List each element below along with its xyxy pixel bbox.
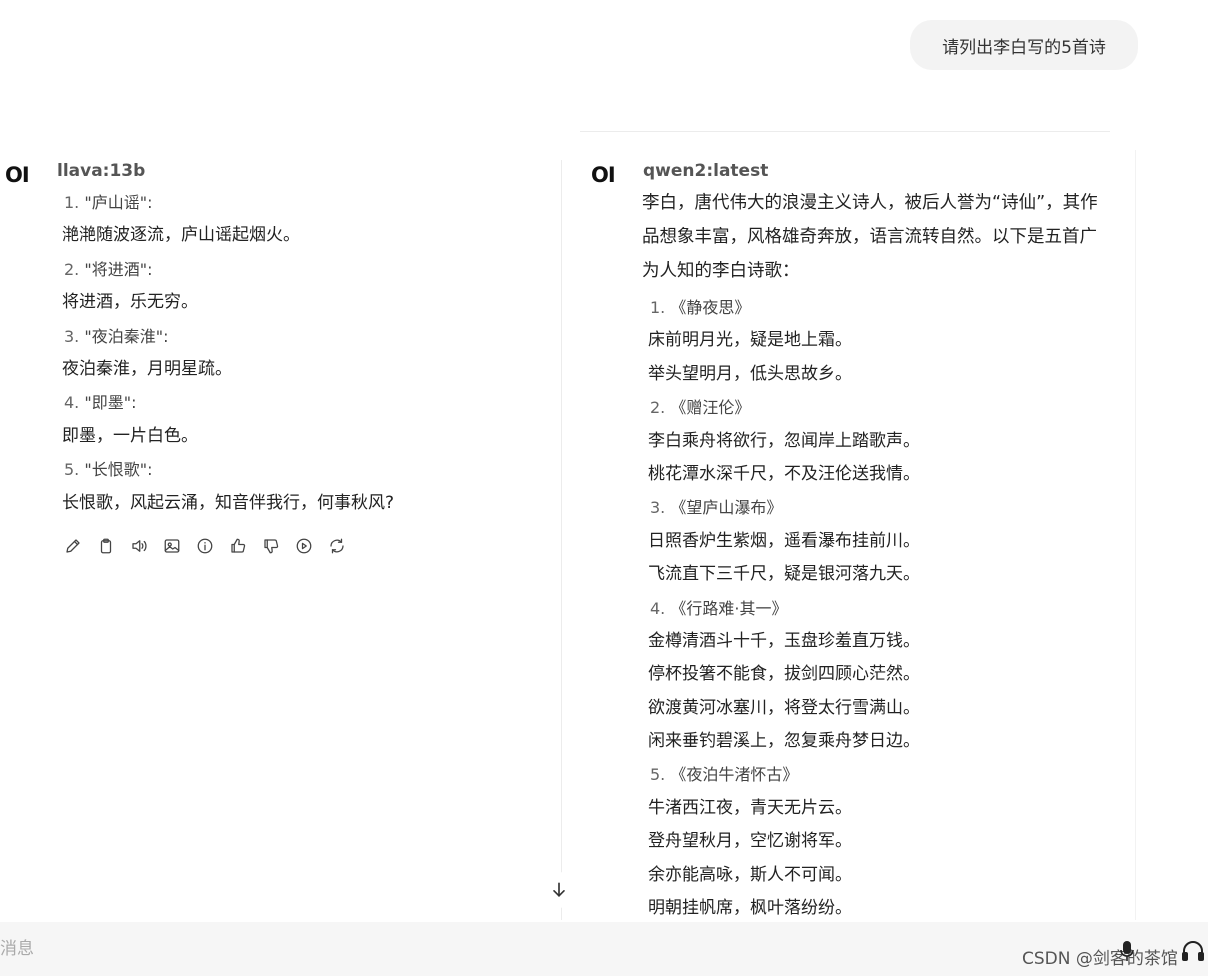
poem-line: 举头望明月，低头思故乡。 [648, 363, 852, 384]
poem-line: 停杯投箸不能食，拔剑四顾心茫然。 [648, 664, 920, 685]
bad-response-button[interactable] [260, 535, 282, 557]
poem-line: 夜泊秦淮，月明星疏。 [62, 358, 232, 379]
read-aloud-button[interactable] [128, 535, 150, 557]
poem-title: "夜泊秦淮": [79, 326, 169, 346]
message-actions [62, 535, 348, 557]
edit-button[interactable] [62, 535, 84, 557]
generate-image-button[interactable] [161, 535, 183, 557]
poem-title: 《望庐山瀑布》 [665, 498, 783, 518]
poem-title: 《静夜思》 [665, 298, 751, 317]
list-item-number: 3. [650, 498, 666, 518]
microphone-icon [1120, 941, 1134, 961]
user-message-bubble: 请列出李白写的5首诗 [910, 20, 1138, 70]
list-item-title: 4. 《行路难·其一》 [648, 592, 920, 625]
poem-title: "庐山谣": [79, 193, 153, 212]
image-icon [164, 539, 180, 553]
list-item-title: 3. "夜泊秦淮": [62, 320, 394, 353]
list-item-title: 2. "将进酒": [62, 253, 394, 286]
poem-title: 《行路难·其一》 [665, 598, 788, 618]
poem-line: 床前明月光，疑是地上霜。 [648, 330, 852, 351]
list-item-number: 4. [650, 598, 666, 618]
list-item-title: 1. "庐山谣": [62, 186, 394, 219]
voice-mode-button[interactable] [1180, 938, 1206, 964]
poem-line: 明朝挂帆席，枫叶落纷纷。 [648, 898, 852, 919]
poem-title: "将进酒": [79, 259, 153, 279]
good-response-button[interactable] [227, 535, 249, 557]
headset-icon [1182, 941, 1204, 961]
poem-line: 长恨歌，风起云涌，知音伴我行，何事秋风? [62, 492, 395, 513]
list-item-title: 4. "即墨": [62, 386, 394, 419]
response-list-right: 1. 《静夜思》床前明月光，疑是地上霜。 举头望明月，低头思故乡。 2. 《赠汪伦》… [648, 291, 920, 925]
poem-line: 桃花潭水深千尺，不及汪伦送我情。 [648, 463, 920, 484]
list-item-title: 1. 《静夜思》 [648, 291, 920, 324]
pane-divider [580, 131, 1110, 132]
poem-line: 欲渡黄河冰塞川，将登太行雪满山。 [648, 697, 920, 718]
poem-line: 登舟望秋月，空忆谢将军。 [648, 831, 852, 852]
arrow-down-icon [553, 882, 565, 897]
list-item-number: 2. [650, 398, 666, 418]
pane-divider-vertical [561, 160, 562, 920]
list-item-number: 1. [64, 193, 80, 212]
message-input[interactable] [0, 934, 900, 964]
poem-line: 日照香炉生紫烟，遥看瀑布挂前川。 [648, 530, 920, 551]
list-item-number: 4. [64, 393, 80, 413]
poem-line: 李白乘舟将欲行，忽闻岸上踏歌声。 [648, 430, 920, 451]
list-item-number: 5. [650, 765, 666, 785]
watermark: CSDN @剑客的茶馆 [1022, 949, 1178, 969]
list-item-number: 2. [64, 259, 80, 279]
list-item-title: 2. 《赠汪伦》 [648, 391, 920, 424]
thumbs-down-icon [264, 539, 279, 554]
microphone-button[interactable] [1120, 940, 1134, 962]
poem-line: 即墨，一片白色。 [62, 425, 198, 446]
thumbs-up-icon [231, 538, 246, 553]
generation-info-button[interactable] [194, 535, 216, 557]
poem-line: 金樽清酒斗十千，玉盘珍羞直万钱。 [648, 630, 920, 651]
poem-line: 牛渚西江夜，青天无片云。 [648, 797, 852, 818]
list-item-title: 5. "长恨歌": [62, 453, 394, 486]
poem-line: 余亦能高咏，斯人不可闻。 [648, 864, 852, 885]
speaker-icon [132, 540, 147, 552]
poem-line: 飞流直下三千尺，疑是银河落九天。 [648, 564, 920, 585]
response-intro: 李白，唐代伟大的浪漫主义诗人，被后人誉为“诗仙”，其作品想象丰富，风格雄奇奔放，… [642, 193, 1098, 281]
pane-border [1135, 150, 1136, 920]
user-message-text: 请列出李白写的5首诗 [942, 37, 1106, 58]
poem-line: 将进酒，乐无穷。 [62, 292, 198, 313]
continue-response-button[interactable] [293, 535, 315, 557]
list-item-number: 3. [64, 326, 80, 346]
response-list-left: 1. "庐山谣": 滟滟随波逐流，庐山谣起烟火。 2. "将进酒": 将进酒，乐无穷。… [62, 186, 394, 520]
model-name-left: llava:13b [57, 161, 146, 181]
regenerate-button[interactable] [326, 535, 348, 557]
info-icon [197, 538, 213, 554]
poem-title: 《夜泊牛渚怀古》 [665, 765, 799, 785]
model-logo: OI [591, 163, 616, 187]
list-item-number: 5. [64, 460, 80, 480]
list-item-number: 1. [650, 298, 666, 317]
poem-title: "即墨": [79, 393, 137, 413]
poem-line: 滟滟随波逐流，庐山谣起烟火。 [62, 225, 300, 246]
poem-title: 《赠汪伦》 [665, 398, 751, 418]
copy-button[interactable] [95, 535, 117, 557]
model-logo: OI [5, 163, 30, 187]
list-item-title: 5. 《夜泊牛渚怀古》 [648, 758, 920, 791]
copy-icon [100, 538, 112, 554]
regenerate-icon [330, 538, 344, 554]
model-name-right: qwen2:latest [643, 161, 769, 181]
edit-icon [66, 539, 80, 553]
play-icon [296, 538, 312, 554]
scroll-to-bottom-button[interactable] [541, 872, 577, 908]
list-item-title: 3. 《望庐山瀑布》 [648, 491, 920, 524]
poem-line: 闲来垂钓碧溪上，忽复乘舟梦日边。 [648, 731, 920, 752]
poem-title: "长恨歌": [79, 460, 153, 480]
